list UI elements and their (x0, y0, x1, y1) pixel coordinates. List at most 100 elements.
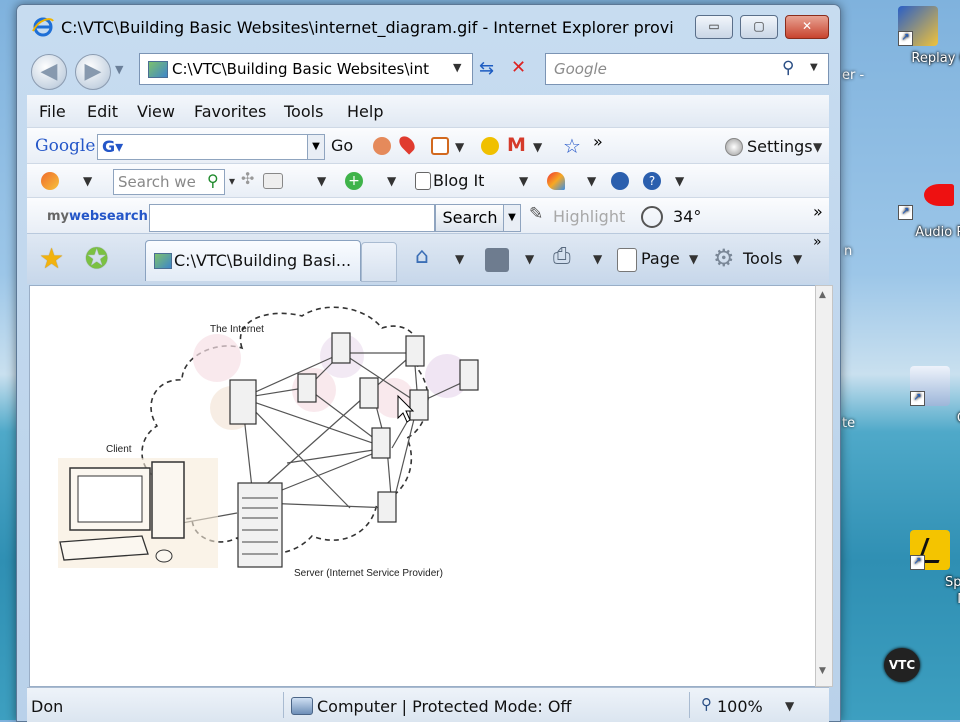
navigation-bar: ◀ ▶ ▼ C:\VTC\Building Basic Websites\int… (17, 49, 840, 95)
forward-button[interactable]: ▶ (75, 54, 111, 90)
settings-dropdown[interactable]: ▼ (813, 140, 822, 154)
recent-pages-dropdown[interactable]: ▼ (115, 63, 123, 76)
stop-icon[interactable]: ✕ (511, 57, 526, 78)
menu-file[interactable]: File (39, 102, 66, 121)
search-options-dropdown[interactable]: ▼ (810, 62, 818, 73)
address-dropdown-icon[interactable]: ▼ (453, 61, 461, 74)
home-dropdown[interactable]: ▼ (455, 252, 464, 266)
zoom-level[interactable]: 100% (717, 697, 763, 716)
plus-icon[interactable]: + (345, 172, 363, 190)
download-icon[interactable] (611, 172, 629, 190)
sprint-icon: ↗ (910, 530, 950, 570)
menu-help[interactable]: Help (347, 102, 383, 121)
new-tab-button[interactable] (361, 242, 397, 282)
maps-pin-icon[interactable] (396, 133, 418, 155)
gmail-icon[interactable]: M (507, 134, 526, 156)
vtc-logo: VTC (884, 648, 920, 682)
calendar-icon[interactable] (431, 137, 449, 155)
mywebsearch-search-button[interactable]: Search (435, 204, 505, 232)
star-icon[interactable]: ☆ (563, 134, 581, 158)
mywebsearch-input[interactable] (149, 204, 435, 232)
blog-it-button[interactable]: Blog It (433, 171, 484, 190)
plus-dropdown[interactable]: ▼ (387, 174, 396, 188)
menu-favorites[interactable]: Favorites (194, 102, 266, 121)
colorful-heart-icon[interactable] (547, 172, 565, 190)
gmail-dropdown[interactable]: ▼ (533, 140, 542, 154)
computer-zone-icon (291, 697, 313, 715)
shortcut-arrow-icon: ↗ (910, 555, 925, 570)
rss-feed-icon[interactable] (485, 248, 509, 272)
screen-icon[interactable] (263, 173, 283, 189)
print-icon[interactable]: ⎙ (553, 244, 571, 269)
desktop-icon-audio[interactable]: ↗ Audio Re (858, 180, 960, 241)
print-dropdown[interactable]: ▼ (593, 252, 602, 266)
heart-dropdown[interactable]: ▼ (587, 174, 596, 188)
rss-dropdown[interactable]: ▼ (525, 252, 534, 266)
home-icon[interactable]: ⌂ (415, 244, 429, 269)
address-text[interactable]: C:\VTC\Building Basic Websites\int (172, 60, 447, 78)
search-input[interactable]: Google (554, 60, 607, 78)
toolbar-logo-icon (41, 172, 59, 190)
web-search-dropdown[interactable]: ▾ (229, 174, 235, 188)
screen-dropdown[interactable]: ▼ (317, 174, 326, 188)
google-search-input[interactable]: G▾ (97, 134, 309, 160)
back-button[interactable]: ◀ (31, 54, 67, 90)
tab-page-icon (154, 253, 172, 269)
weather-icon (641, 206, 663, 228)
search-icon[interactable]: ⚲ (782, 58, 794, 78)
tools-menu-button[interactable]: Tools (743, 249, 782, 268)
page-menu-button[interactable]: Page (641, 249, 680, 268)
chevron-more-icon[interactable]: » (813, 234, 822, 250)
pin-icon[interactable]: ✣ (241, 169, 254, 188)
node-halo (193, 334, 241, 382)
blog-dropdown[interactable]: ▼ (519, 174, 528, 188)
title-bar[interactable]: C:\VTC\Building Basic Websites\internet_… (17, 5, 840, 49)
favorites-star-icon[interactable]: ★ (39, 242, 64, 275)
shortcut-arrow-icon: ↗ (898, 205, 913, 220)
desktop-label-fragment: n (844, 244, 853, 259)
maximize-button[interactable]: ▢ (740, 15, 778, 39)
highlight-button[interactable]: Highlight (553, 207, 625, 226)
chevron-more-icon[interactable]: » (593, 132, 603, 151)
mywebsearch-toolbar: mywebsearch Search ▼ ✎ Highlight 34° » (27, 197, 829, 234)
menu-view[interactable]: View (137, 102, 175, 121)
desktop-icon-computer[interactable]: ↗ Compu Short (870, 366, 960, 444)
google-go-button[interactable]: Go (331, 136, 353, 155)
pagerank-icon[interactable] (373, 137, 391, 155)
desktop-icon-replay[interactable]: ↗ Replay Co (858, 6, 960, 67)
google-toolbar: Google G▾ ▼ Go ▼ M ▼ ☆ » Settings ▼ (27, 127, 829, 164)
settings-button[interactable]: Settings (747, 137, 813, 156)
help-dropdown[interactable]: ▼ (675, 174, 684, 188)
search-box[interactable]: Google ⚲ ▼ (545, 53, 829, 85)
google-search-dropdown[interactable]: ▼ (307, 134, 325, 160)
search-dropdown[interactable]: ▼ (503, 204, 521, 232)
bookmark-icon[interactable] (481, 137, 499, 155)
close-button[interactable]: ✕ (785, 15, 829, 39)
menu-edit[interactable]: Edit (87, 102, 118, 121)
menu-bar: File Edit View Favorites Tools Help (27, 95, 829, 127)
web-search-icon[interactable]: ⚲ (207, 171, 219, 190)
address-bar[interactable]: C:\VTC\Building Basic Websites\int ▼ (139, 53, 473, 85)
page-dropdown[interactable]: ▼ (689, 252, 698, 266)
tab-internet-diagram[interactable]: C:\VTC\Building Basi... (145, 240, 361, 281)
add-favorite-icon[interactable]: ✪ (85, 242, 108, 275)
scroll-up-icon[interactable]: ▲ (819, 290, 826, 300)
minimize-button[interactable]: ▭ (695, 15, 733, 39)
desktop-label-fragment: er - (842, 68, 865, 83)
desktop-icon-sprint[interactable]: ↗ Sprint Co Mana (870, 530, 960, 608)
zoom-dropdown[interactable]: ▼ (785, 699, 794, 713)
scroll-down-icon[interactable]: ▼ (819, 666, 826, 676)
menu-tools[interactable]: Tools (284, 102, 323, 121)
toolbar-logo-dropdown[interactable]: ▼ (83, 174, 92, 188)
weather-temperature[interactable]: 34° (673, 207, 701, 226)
refresh-icon[interactable]: ⇆ (479, 58, 494, 79)
vertical-scrollbar[interactable]: ▲ ▼ (815, 285, 833, 687)
zoom-icon: ⚲ (701, 695, 712, 713)
replay-icon: ↗ (898, 6, 938, 46)
highlight-pen-icon: ✎ (529, 204, 544, 224)
security-zone-text[interactable]: Computer | Protected Mode: Off (317, 697, 571, 716)
help-icon[interactable]: ? (643, 172, 661, 190)
calendar-dropdown[interactable]: ▼ (455, 140, 464, 154)
chevron-more-icon[interactable]: » (813, 202, 823, 221)
tools-dropdown[interactable]: ▼ (793, 252, 802, 266)
